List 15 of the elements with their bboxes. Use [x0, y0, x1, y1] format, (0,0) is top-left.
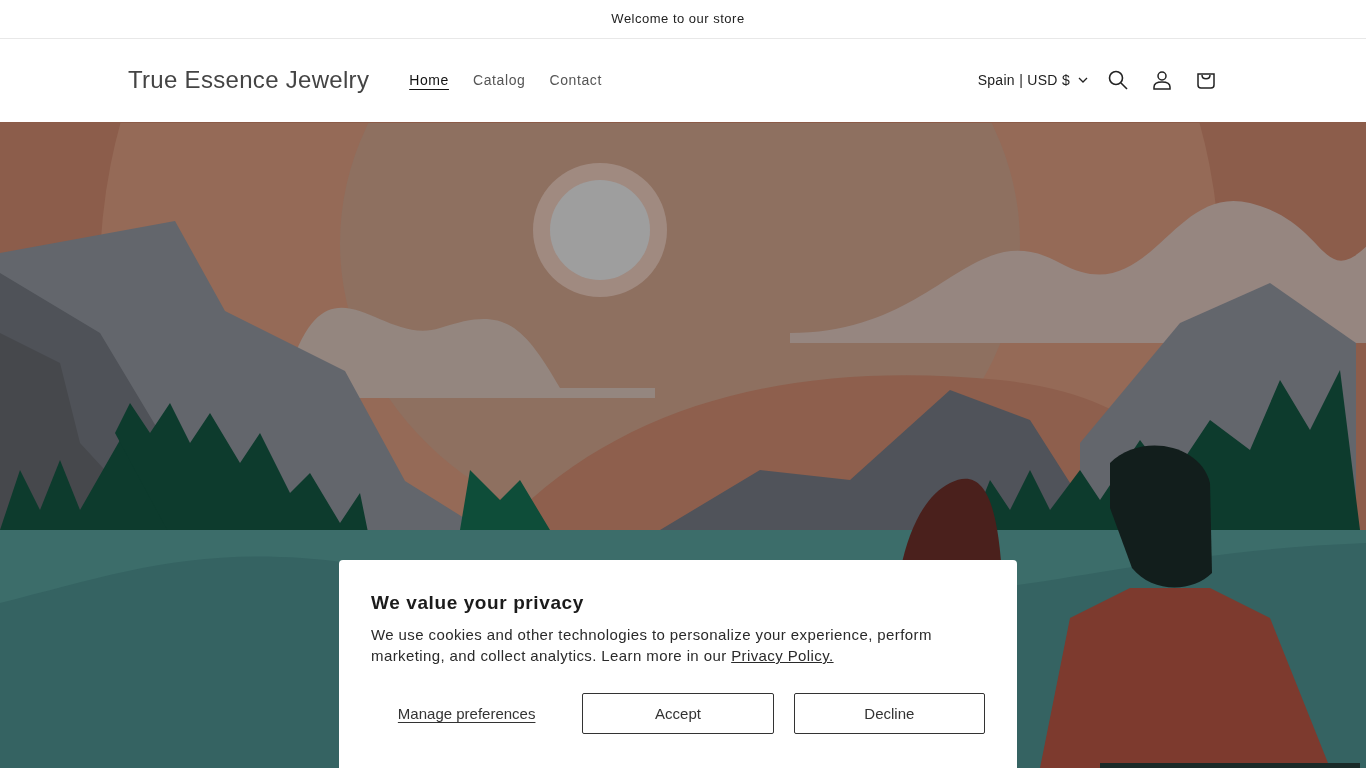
consent-button[interactable]: Accept — [582, 693, 774, 734]
consent-button[interactable]: Decline — [793, 693, 985, 734]
bag-icon — [1196, 70, 1216, 91]
search-icon — [1108, 70, 1128, 91]
nav-link[interactable]: Contact — [537, 64, 614, 97]
store-logo[interactable]: True Essence Jewelry — [128, 66, 370, 95]
user-icon — [1152, 70, 1172, 91]
cookie-title: We value your privacy — [371, 592, 585, 614]
announcement-text: Welcome to our store — [611, 11, 745, 27]
nav-link[interactable]: Home — [397, 64, 461, 97]
localization-selector[interactable]: Spain | USD $ — [969, 64, 1096, 97]
privacy-policy-link[interactable]: Privacy Policy. — [731, 647, 834, 664]
nav-link[interactable]: Catalog — [460, 64, 538, 97]
cookie-message: We use cookies and other technologies to personalize your experience, perform marketing, and collect analytics. Learn more in our Privacy Policy. — [371, 625, 933, 666]
chevron-down-icon — [1078, 77, 1088, 84]
